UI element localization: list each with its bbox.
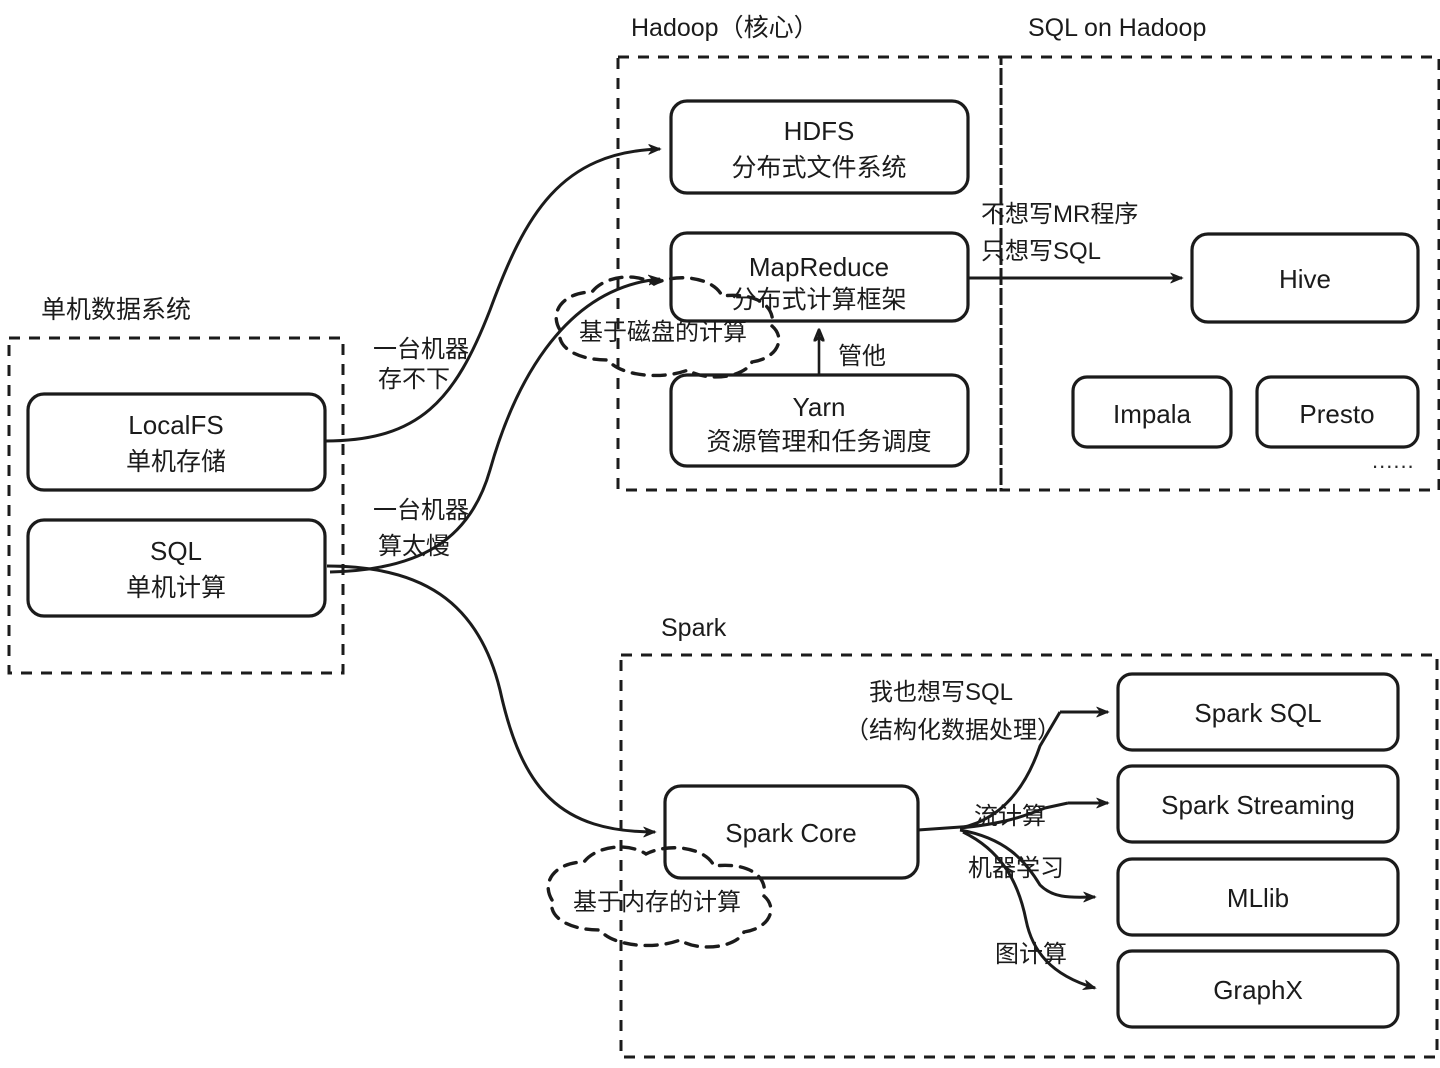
node-localfs[interactable]: LocalFS 单机存储: [26, 392, 327, 492]
node-hive-title: Hive: [1279, 264, 1331, 294]
diagram-canvas: 单机数据系统 LocalFS 单机存储 SQL 单机计算 Hadoop（核心） …: [0, 0, 1440, 1068]
container-local-data-system: [7, 336, 345, 675]
edge-sql-to-spark-core: [326, 564, 655, 832]
edge-label-want-sql-line1: 我也想写SQL: [869, 679, 1013, 706]
node-localfs-title: LocalFS: [128, 410, 223, 440]
edge-label-yarn-manages: 管他: [838, 343, 886, 370]
annotation-disk-based-text: 基于磁盘的计算: [579, 319, 747, 346]
group-label-sql-on-hadoop: SQL on Hadoop: [1028, 14, 1206, 42]
node-presto-title: Presto: [1299, 399, 1374, 429]
node-yarn-title: Yarn: [793, 392, 846, 422]
edge-label-streaming: 流计算: [974, 803, 1046, 830]
edge-label-storage-limit-line2: 存不下: [378, 366, 450, 393]
edge-label-no-mr-line2: 只想写SQL: [981, 238, 1101, 265]
group-label-hadoop-core: Hadoop（核心）: [631, 14, 819, 42]
node-mapreduce[interactable]: MapReduce 分布式计算框架: [669, 231, 970, 323]
node-sql-title: SQL: [150, 536, 202, 566]
node-mllib[interactable]: MLlib: [1116, 857, 1400, 937]
node-yarn-subtitle: 资源管理和任务调度: [706, 428, 931, 456]
node-yarn[interactable]: Yarn 资源管理和任务调度: [669, 373, 970, 468]
node-spark-core[interactable]: Spark Core: [663, 784, 920, 880]
annotation-memory-based-text: 基于内存的计算: [573, 889, 741, 916]
edge-label-compute-slow-line1: 一台机器: [373, 497, 469, 524]
edge-localfs-to-hdfs: [324, 149, 660, 443]
group-label-spark: Spark: [661, 614, 727, 642]
node-spark-streaming-title: Spark Streaming: [1161, 790, 1355, 820]
edge-label-compute-slow: 一台机器 算太慢: [373, 497, 469, 560]
node-localfs-subtitle: 单机存储: [126, 448, 226, 476]
edge-label-no-mr-line1: 不想写MR程序: [981, 201, 1138, 228]
node-presto[interactable]: Presto: [1255, 375, 1420, 449]
node-graphx[interactable]: GraphX: [1116, 949, 1400, 1029]
edge-label-machine-learning: 机器学习: [968, 855, 1064, 882]
node-impala-title: Impala: [1113, 399, 1192, 429]
edge-label-storage-limit: 一台机器 存不下: [373, 336, 469, 393]
node-mapreduce-title: MapReduce: [749, 252, 889, 282]
node-spark-sql[interactable]: Spark SQL: [1116, 672, 1400, 752]
big-data-ecosystem-diagram: 单机数据系统 LocalFS 单机存储 SQL 单机计算 Hadoop（核心） …: [7, 14, 1440, 1059]
node-hdfs-title: HDFS: [784, 116, 855, 146]
edge-label-graph-compute: 图计算: [995, 941, 1067, 968]
group-label-local-data-system: 单机数据系统: [41, 296, 191, 324]
node-spark-core-title: Spark Core: [725, 818, 857, 848]
node-spark-sql-title: Spark SQL: [1194, 698, 1321, 728]
node-hdfs-subtitle: 分布式文件系统: [731, 154, 906, 182]
node-graphx-title: GraphX: [1213, 975, 1303, 1005]
node-mllib-title: MLlib: [1227, 883, 1289, 913]
node-spark-streaming[interactable]: Spark Streaming: [1116, 764, 1400, 844]
edge-label-compute-slow-line2: 算太慢: [378, 533, 450, 560]
node-hive[interactable]: Hive: [1190, 232, 1420, 324]
edge-label-want-sql-line2: （结构化数据处理）: [845, 717, 1061, 744]
node-hdfs[interactable]: HDFS 分布式文件系统: [669, 99, 970, 195]
edge-label-storage-limit-line1: 一台机器: [373, 336, 469, 363]
node-sql[interactable]: SQL 单机计算: [26, 518, 327, 618]
sql-on-hadoop-more-items: ......: [1372, 448, 1415, 473]
node-sql-subtitle: 单机计算: [126, 574, 226, 602]
node-impala[interactable]: Impala: [1071, 375, 1233, 449]
edge-label-want-sql: 我也想写SQL （结构化数据处理）: [845, 679, 1061, 744]
edge-label-no-mr-want-sql: 不想写MR程序 只想写SQL: [981, 201, 1138, 265]
